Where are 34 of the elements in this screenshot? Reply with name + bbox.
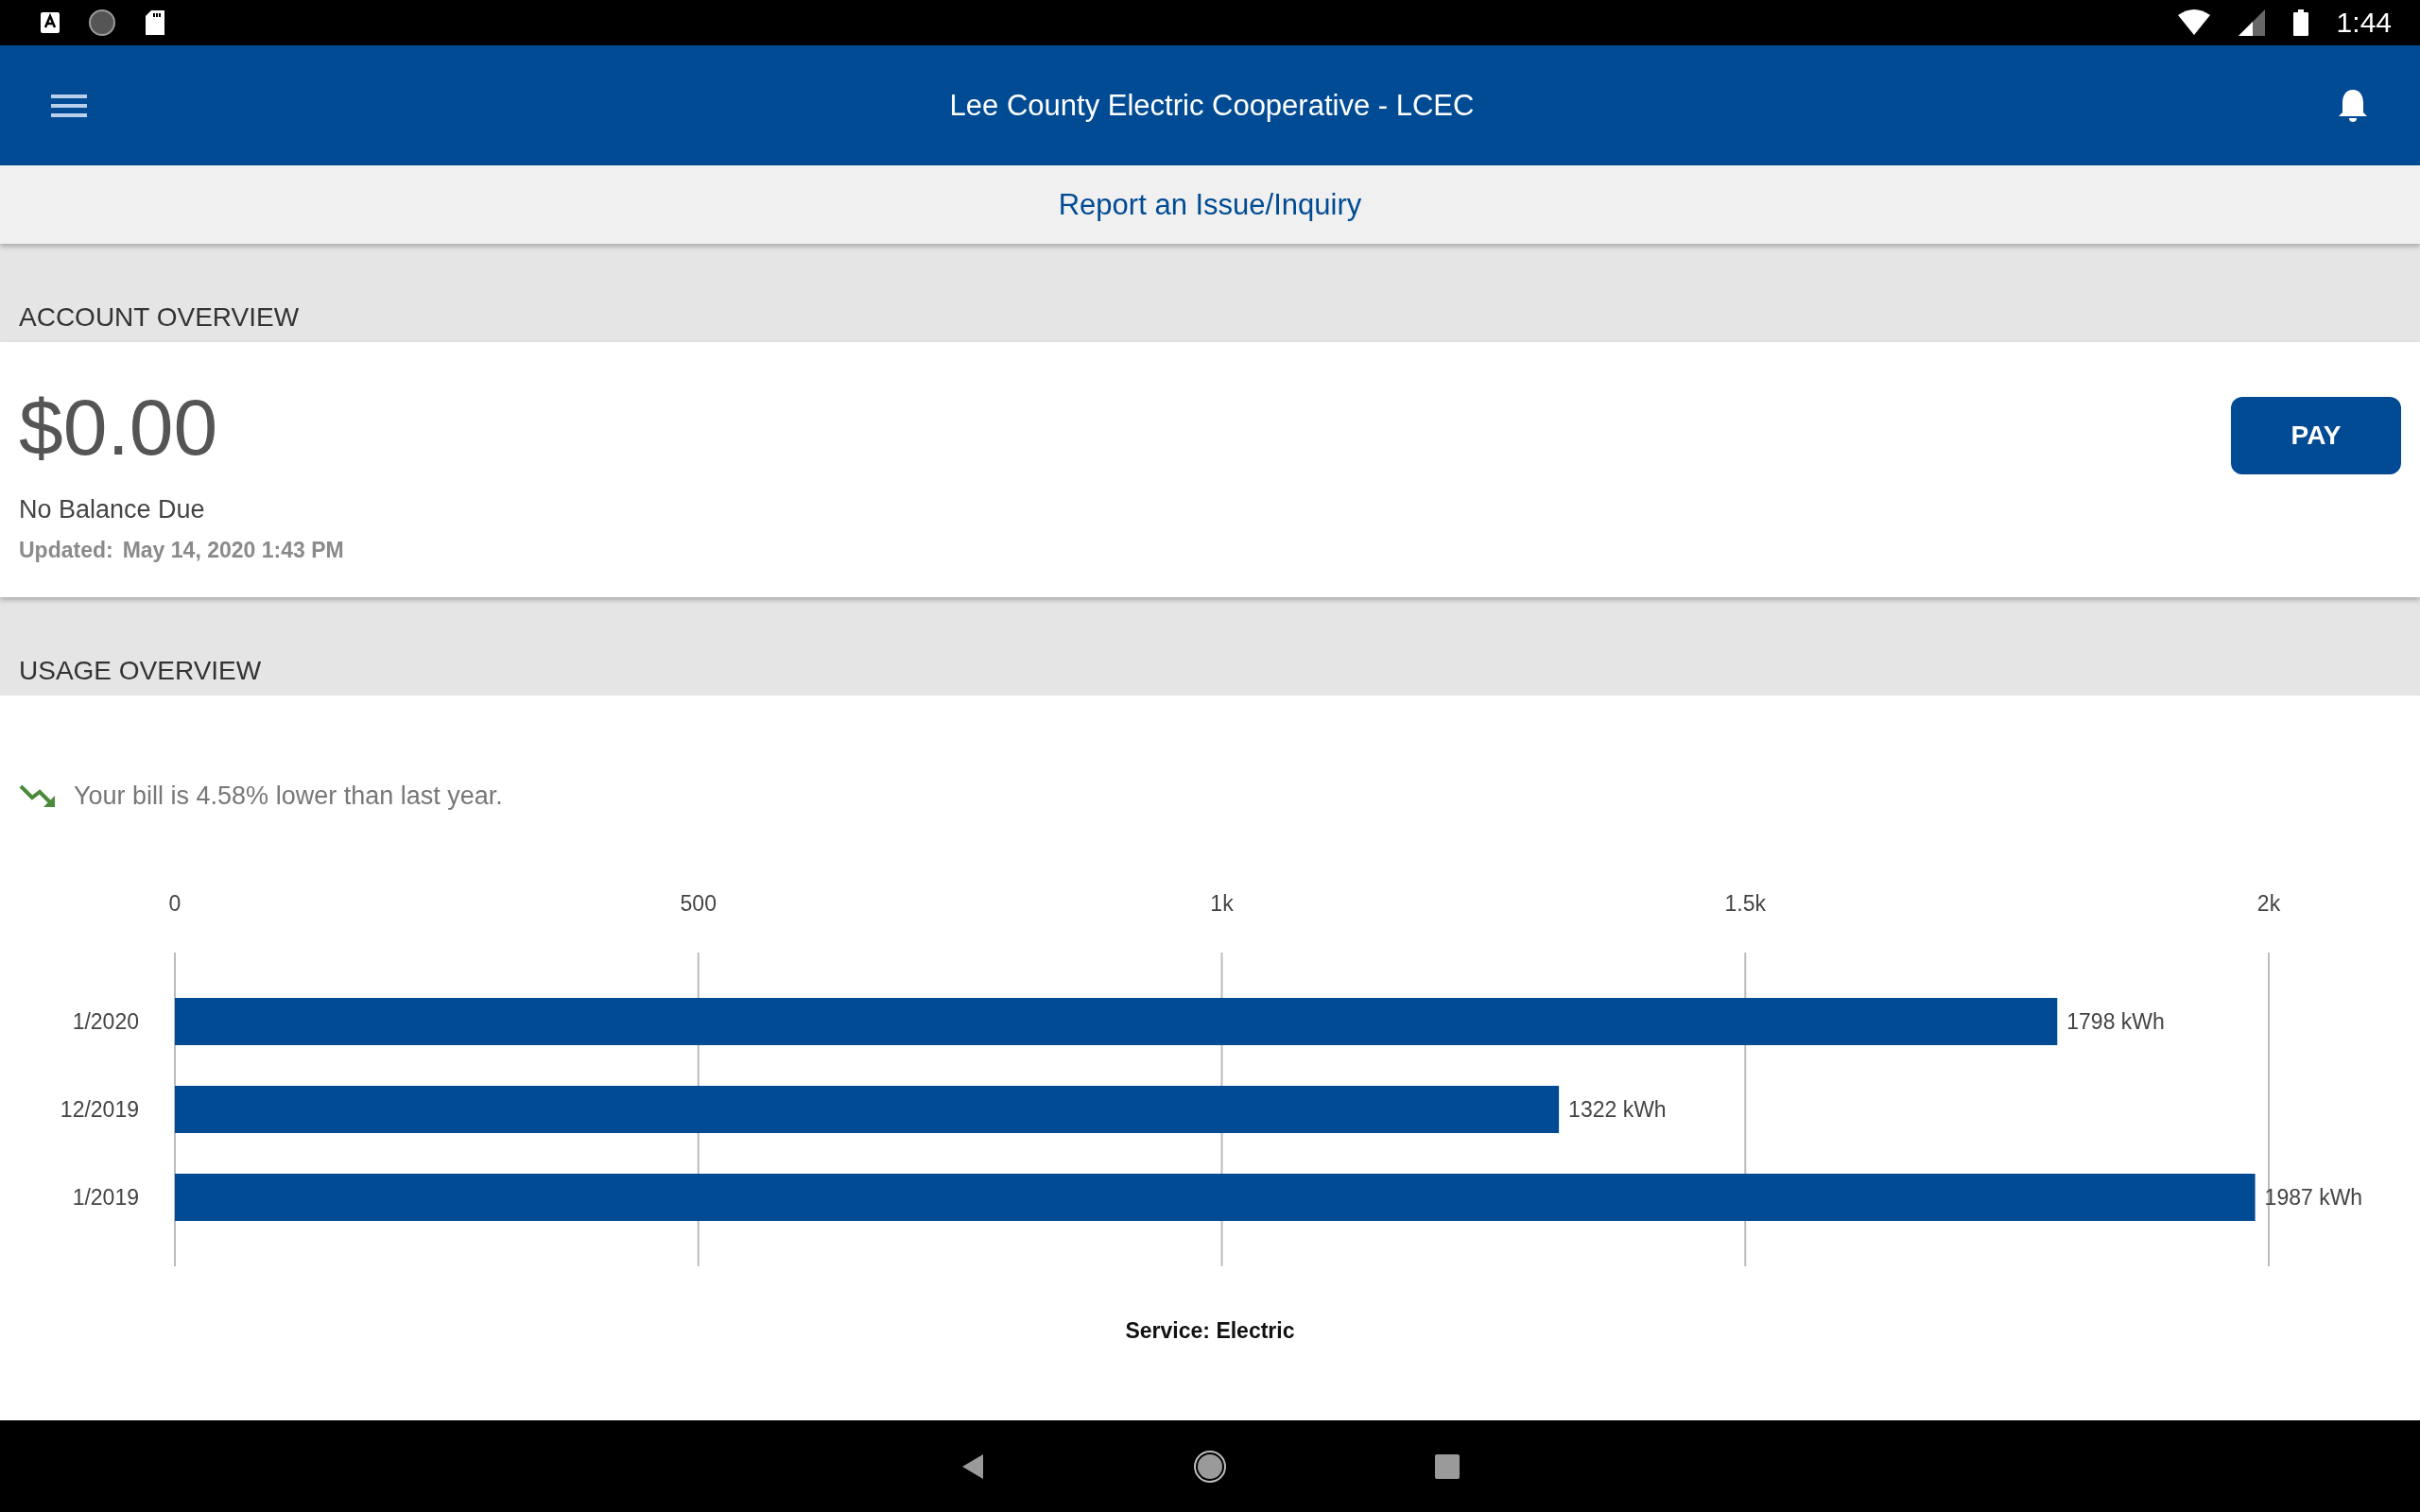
updated-label: Updated: [19, 538, 113, 563]
keyboard-notification-icon [40, 11, 60, 34]
menu-icon [51, 93, 87, 118]
category-label: 1/2020 [72, 1009, 139, 1034]
app-title: Lee County Electric Cooperative - LCEC [948, 88, 1476, 123]
value-label: 1798 kWh [2066, 1009, 2165, 1034]
status-time: 1:44 [2336, 7, 2392, 39]
axis-tick-label: 500 [680, 891, 717, 916]
battery-icon [2292, 9, 2308, 36]
axis-tick-label: 1.5k [1724, 891, 1766, 916]
category-label: 1/2019 [72, 1185, 139, 1210]
circle-notification-icon [89, 9, 115, 36]
axis-tick-label: 0 [168, 891, 182, 916]
section-heading: ACCOUNT OVERVIEW [19, 302, 300, 332]
sd-card-icon [144, 9, 166, 36]
axis-title: Service: Electric [1125, 1318, 1295, 1343]
category-label: 12/2019 [60, 1097, 139, 1122]
balance-status: No Balance Due [19, 495, 206, 524]
report-issue-link[interactable]: Report an Issue/Inquiry [0, 165, 2420, 244]
recents-icon[interactable] [1435, 1453, 1460, 1479]
bell-icon [2337, 87, 2369, 124]
axis-tick-label: 2k [2256, 891, 2281, 916]
pay-button[interactable]: PAY [2231, 397, 2401, 474]
section-heading: USAGE OVERVIEW [19, 656, 262, 685]
wifi-icon [2177, 9, 2210, 36]
back-icon[interactable] [960, 1452, 985, 1481]
value-label: 1987 kWh [2264, 1185, 2363, 1210]
updated-time: May 14, 2020 1:43 PM [122, 538, 344, 563]
cell-signal-icon [2238, 9, 2265, 36]
trend-text: Your bill is 4.58% lower than last year. [74, 781, 503, 811]
balance-amount: $0.00 [19, 387, 219, 467]
value-label: 1322 kWh [1568, 1097, 1667, 1122]
home-icon[interactable] [1193, 1449, 1227, 1484]
axis-tick-label: 1k [1210, 891, 1234, 916]
